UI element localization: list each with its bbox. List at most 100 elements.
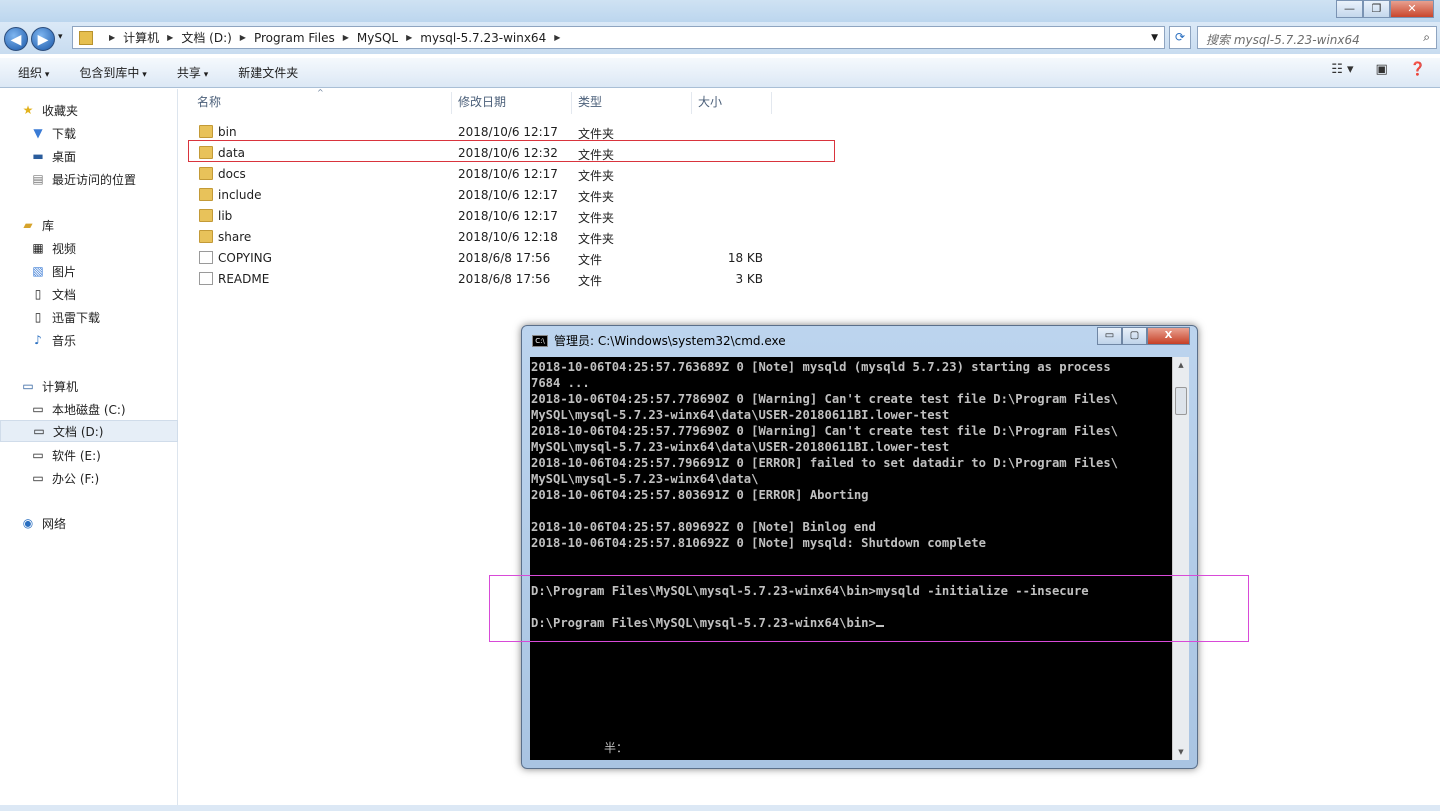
folder-icon [199,167,213,180]
sidebar-item-drive-f[interactable]: ▭ 办公 (F:) [0,467,178,489]
forward-button[interactable]: ▶ [31,27,55,51]
console-line: MySQL\mysql-5.7.23-winx64\data\ [531,472,759,486]
view-options-icon[interactable]: ☷ ▾ [1331,62,1353,77]
sidebar-libraries[interactable]: ▰ 库 [0,214,178,236]
scroll-up-arrow-icon[interactable]: ▲ [1173,357,1189,373]
highlight-box-command [489,575,1249,642]
file-type: 文件夹 [578,190,615,204]
share-menu[interactable]: 共享 [177,64,208,81]
sidebar-label: 最近访问的位置 [52,172,137,187]
maximize-button[interactable]: ❐ [1363,0,1390,18]
sidebar-item-recent[interactable]: ▤ 最近访问的位置 [0,168,178,190]
breadcrumb-item[interactable]: mysql-5.7.23-winx64 [420,31,546,45]
file-row[interactable]: share 2018/10/6 12:18 文件夹 [189,227,829,248]
sidebar-label: 视频 [52,241,77,256]
organize-menu[interactable]: 组织 [18,64,49,81]
file-row[interactable]: lib 2018/10/6 12:17 文件夹 [189,206,829,227]
sidebar-item-thunder-downloads[interactable]: ▯ 迅雷下载 [0,306,178,328]
back-button[interactable]: ◀ [4,27,28,51]
sidebar-item-documents[interactable]: ▯ 文档 [0,283,178,305]
sidebar-item-downloads[interactable]: ▼ 下载 [0,122,178,144]
folder-icon [199,209,213,222]
folder-icon [199,230,213,243]
console-line: 2018-10-06T04:25:57.803691Z 0 [ERROR] Ab… [531,488,869,502]
column-header-size[interactable]: 大小 [692,92,772,114]
sidebar-item-music[interactable]: ♪ 音乐 [0,329,178,351]
document-icon: ▯ [34,287,42,301]
console-output[interactable]: 2018-10-06T04:25:57.763689Z 0 [Note] mys… [530,357,1172,760]
console-line: 2018-10-06T04:25:57.810692Z 0 [Note] mys… [531,536,986,550]
scroll-thumb[interactable] [1175,387,1187,415]
file-name: COPYING [218,251,272,265]
sidebar-item-pictures[interactable]: ▧ 图片 [0,260,178,282]
file-modified: 2018/10/6 12:17 [458,188,558,202]
sidebar-label: 图片 [52,264,77,279]
file-row[interactable]: include 2018/10/6 12:17 文件夹 [189,185,829,206]
file-name: share [218,230,252,244]
close-button[interactable]: ✕ [1390,0,1434,18]
document-icon: ▯ [34,310,42,324]
sidebar-label: 计算机 [42,379,79,394]
folder-icon [199,188,213,201]
sidebar-item-drive-d[interactable]: ▭ 文档 (D:) [0,420,178,442]
breadcrumb-item[interactable]: 计算机 [123,29,159,46]
preview-pane-icon[interactable]: ▣ [1376,62,1388,77]
cmd-title: 管理员: C:\Windows\system32\cmd.exe [554,334,786,348]
drive-icon: ▭ [32,402,44,416]
file-modified: 2018/10/6 12:18 [458,230,558,244]
recent-pages-dropdown[interactable]: ▾ [58,32,63,42]
file-type: 文件 [578,274,603,288]
sidebar-item-drive-e[interactable]: ▭ 软件 (E:) [0,444,178,466]
command-bar: 组织 包含到库中 共享 新建文件夹 ☷ ▾ ▣ ❓ [0,58,1440,88]
console-line: 2018-10-06T04:25:57.779690Z 0 [Warning] … [531,424,1118,438]
cmd-maximize-button[interactable]: ▢ [1122,327,1147,345]
cmd-titlebar[interactable]: C:\ 管理员: C:\Windows\system32\cmd.exe [532,332,786,349]
refresh-button[interactable]: ⟳ [1169,26,1191,49]
file-size: 3 KB [735,272,763,286]
file-type: 文件夹 [578,232,615,246]
cmd-window[interactable]: C:\ 管理员: C:\Windows\system32\cmd.exe ▭ ▢ … [521,325,1198,769]
navigation-pane: ★ 收藏夹 ▼ 下载 ▬ 桌面 ▤ 最近访问的位置 ▰ 库 ▦ 视频 ▧ 图片 ▯ 文档 ▯ 迅雷… [0,89,178,805]
address-dropdown[interactable]: ▼ [1151,33,1158,43]
breadcrumb-item[interactable]: 文档 (D:) [181,29,231,46]
cmd-icon: C:\ [532,334,548,347]
scroll-down-arrow-icon[interactable]: ▼ [1173,744,1189,760]
file-row[interactable]: COPYING 2018/6/8 17:56 文件 18 KB [189,248,829,269]
help-icon[interactable]: ❓ [1410,62,1426,77]
file-modified: 2018/6/8 17:56 [458,251,551,265]
address-bar[interactable]: ▶ 计算机 ▶ 文档 (D:) ▶ Program Files ▶ MySQL ▶ mys… [72,26,1165,49]
cmd-close-button[interactable]: X [1147,327,1190,345]
network-icon: ◉ [22,516,34,530]
sidebar-label: 音乐 [52,333,77,348]
search-placeholder: 搜索 mysql-5.7.23-winx64 [1206,33,1360,47]
folder-icon [79,30,93,45]
sidebar-item-videos[interactable]: ▦ 视频 [0,237,178,259]
drive-icon: ▭ [33,424,45,438]
sidebar-label: 收藏夹 [42,103,79,118]
window-titlebar: — ❐ ✕ [0,0,1440,22]
search-input[interactable]: 搜索 mysql-5.7.23-winx64 ⌕ [1197,26,1437,49]
column-header-modified[interactable]: 修改日期 [452,92,572,114]
picture-icon: ▧ [32,264,44,278]
sidebar-label: 迅雷下载 [52,310,101,325]
sidebar-item-desktop[interactable]: ▬ 桌面 [0,145,178,167]
file-row[interactable]: README 2018/6/8 17:56 文件 3 KB [189,269,829,290]
breadcrumb-item[interactable]: MySQL [357,31,398,45]
include-library-menu[interactable]: 包含到库中 [79,64,146,81]
highlight-box-data-folder [188,140,835,162]
file-modified: 2018/6/8 17:56 [458,272,551,286]
sidebar-network[interactable]: ◉ 网络 [0,512,178,534]
minimize-button[interactable]: — [1336,0,1363,18]
console-line: MySQL\mysql-5.7.23-winx64\data\USER-2018… [531,440,950,454]
cmd-scrollbar[interactable]: ▲ ▼ [1172,357,1189,760]
column-header-type[interactable]: 类型 [572,92,692,114]
sidebar-label: 桌面 [52,149,77,164]
sidebar-item-drive-c[interactable]: ▭ 本地磁盘 (C:) [0,398,178,420]
file-row[interactable]: docs 2018/10/6 12:17 文件夹 [189,164,829,185]
cmd-minimize-button[interactable]: ▭ [1097,327,1122,345]
new-folder-button[interactable]: 新建文件夹 [238,64,298,81]
breadcrumb-item[interactable]: Program Files [254,31,335,45]
search-icon: ⌕ [1423,30,1430,44]
sidebar-favorites[interactable]: ★ 收藏夹 [20,99,198,121]
sidebar-computer[interactable]: ▭ 计算机 [0,375,178,397]
